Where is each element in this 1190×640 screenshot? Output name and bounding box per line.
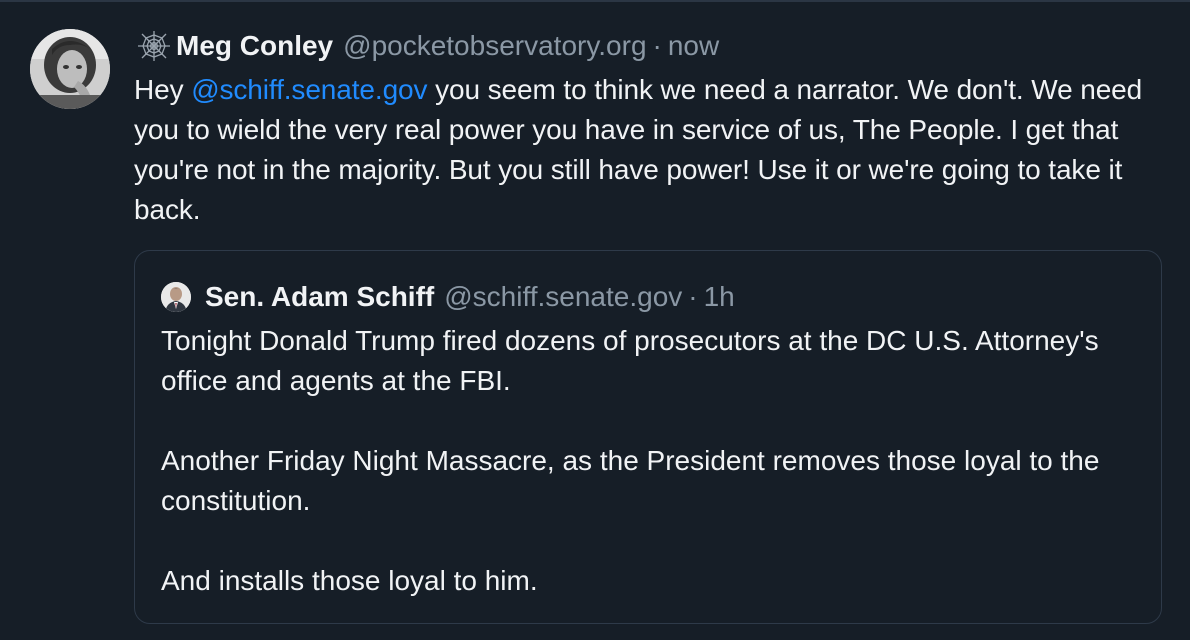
- spiderweb-icon: [134, 29, 174, 63]
- quoted-post-text: Tonight Donald Trump fired dozens of pro…: [161, 321, 1151, 601]
- mention-link[interactable]: @schiff.senate.gov: [191, 74, 427, 105]
- quoted-author-handle[interactable]: @schiff.senate.gov: [444, 281, 682, 313]
- author-avatar-image: [30, 29, 110, 109]
- quoted-post-timestamp[interactable]: 1h: [704, 281, 735, 313]
- quoted-paragraph: Another Friday Night Massacre, as the Pr…: [161, 445, 1100, 516]
- author-handle[interactable]: @pocketobservatory.org: [343, 30, 646, 62]
- post[interactable]: Meg Conley @pocketobservatory.org · now …: [0, 0, 1190, 640]
- post-timestamp[interactable]: now: [668, 30, 719, 62]
- quoted-author-avatar-image: [161, 282, 191, 312]
- post-text: Hey @schiff.senate.gov you seem to think…: [134, 70, 1174, 230]
- post-text-start: Hey: [134, 74, 192, 105]
- author-display-name[interactable]: Meg Conley: [176, 30, 333, 62]
- quoted-author-display-name[interactable]: Sen. Adam Schiff: [205, 281, 434, 313]
- quoted-post-card[interactable]: Sen. Adam Schiff @schiff.senate.gov · 1h…: [134, 250, 1162, 624]
- header-separator: ·: [652, 30, 662, 61]
- quoted-post-header: Sen. Adam Schiff @schiff.senate.gov · 1h: [161, 279, 735, 315]
- quoted-header-separator: ·: [688, 281, 698, 312]
- post-header: Meg Conley @pocketobservatory.org · now: [134, 28, 719, 64]
- quoted-paragraph: Tonight Donald Trump fired dozens of pro…: [161, 325, 1099, 396]
- quoted-paragraph: And installs those loyal to him.: [161, 565, 538, 596]
- author-avatar[interactable]: [30, 29, 110, 109]
- quoted-author-avatar[interactable]: [161, 282, 191, 312]
